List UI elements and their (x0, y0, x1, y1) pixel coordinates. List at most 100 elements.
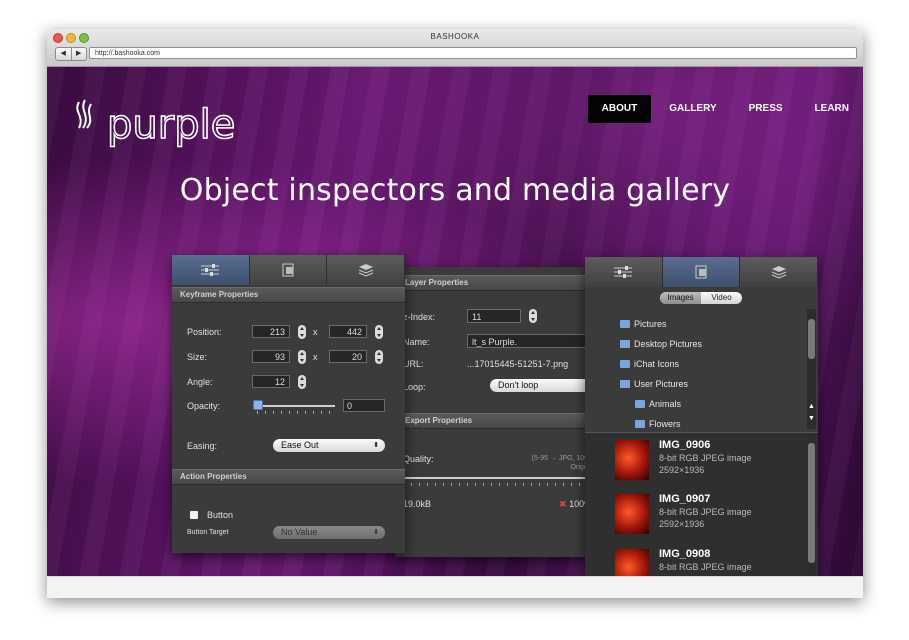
seg-video[interactable]: Video (701, 292, 742, 304)
history-buttons: ◀ ▶ (55, 47, 87, 61)
folder-icon (620, 360, 630, 368)
scroll-down-arrow-icon[interactable]: ▼ (807, 415, 816, 422)
page-footer (47, 576, 863, 598)
media-scrollbar[interactable] (807, 433, 816, 576)
position-y-stepper[interactable] (375, 325, 383, 339)
quality-ticks (403, 483, 593, 486)
svg-text:purple: purple (107, 102, 235, 148)
position-x-stepper[interactable] (298, 325, 306, 339)
keyframe-properties-header: Keyframe Properties (172, 287, 405, 303)
tree-item-ichat-icons[interactable]: iChat Icons (620, 357, 679, 371)
media-item[interactable]: IMG_0908 8-bit RGB JPEG image (615, 544, 817, 576)
file-size-value: 19.0kB (403, 499, 432, 509)
film-icon (695, 265, 707, 279)
nav-about[interactable]: ABOUT (587, 95, 652, 123)
button-target-value: No Value (281, 527, 318, 537)
media-dims: 2592×1936 (659, 519, 705, 529)
angle-stepper[interactable] (298, 375, 306, 389)
nav-gallery[interactable]: GALLERY (655, 95, 730, 123)
folder-icon (620, 380, 630, 388)
tree-item-flowers[interactable]: Flowers (635, 417, 681, 431)
layers-icon (771, 266, 786, 279)
tree-item-desktop-pictures[interactable]: Desktop Pictures (620, 337, 702, 351)
tab-media[interactable] (662, 257, 741, 287)
tree-item-pictures[interactable]: Pictures (620, 317, 667, 331)
address-bar[interactable]: http://.bashooka.com (89, 47, 857, 59)
select-arrows-icon: ⬍ (373, 529, 379, 536)
angle-field[interactable]: 12 (252, 375, 290, 388)
gallery-tabs (585, 257, 819, 287)
easing-select-value: Ease Out (281, 440, 319, 450)
back-button[interactable]: ◀ (56, 48, 72, 60)
media-item[interactable]: IMG_0907 8-bit RGB JPEG image 2592×1936 (615, 489, 817, 539)
media-title: IMG_0906 (659, 439, 711, 451)
forward-button[interactable]: ▶ (72, 48, 87, 60)
page-content: purple ABOUT GALLERY PRESS LEARN Object … (47, 67, 863, 576)
media-list: IMG_0906 8-bit RGB JPEG image 2592×1936 … (585, 432, 818, 576)
quality-slider[interactable] (403, 477, 593, 479)
sliders-icon (201, 264, 220, 276)
size-label: Size: (187, 352, 208, 362)
seg-images[interactable]: Images (660, 292, 701, 304)
url-value: ...17015445-51251-7.png (467, 359, 569, 369)
opacity-slider-knob[interactable] (253, 400, 263, 410)
button-checkbox[interactable] (190, 511, 198, 519)
media-desc: 8-bit RGB JPEG image (659, 562, 752, 572)
opacity-slider[interactable] (257, 405, 335, 407)
select-arrows-icon: ⬍ (373, 442, 379, 449)
layers-icon (358, 264, 373, 277)
tree-item-user-pictures[interactable]: User Pictures (620, 377, 688, 391)
tree-scroll-thumb[interactable] (808, 319, 815, 359)
browser-titlebar: BASHOOKA ◀ ▶ http://.bashooka.com (47, 29, 863, 67)
position-x-field[interactable]: 213 (252, 325, 290, 338)
opacity-field[interactable]: 0 (343, 399, 385, 412)
media-title: IMG_0907 (659, 493, 711, 505)
size-h-stepper[interactable] (375, 350, 383, 364)
zindex-label: z-Index: (403, 312, 436, 322)
inspector-tabs (172, 255, 406, 285)
size-w-field[interactable]: 93 (252, 350, 290, 363)
tab-properties[interactable] (585, 257, 663, 287)
main-nav: ABOUT GALLERY PRESS LEARN (584, 95, 863, 123)
position-y-field[interactable]: 442 (329, 325, 367, 338)
button-target-select[interactable]: No Value ⬍ (273, 526, 385, 539)
loop-label: Loop: (403, 382, 426, 392)
name-field[interactable]: lt_s Purple. (467, 334, 601, 348)
scroll-up-arrow-icon[interactable]: ▲ (807, 403, 816, 410)
name-label: Name: (403, 337, 430, 347)
media-desc: 8-bit RGB JPEG image (659, 453, 752, 463)
nav-press[interactable]: PRESS (735, 95, 797, 123)
nav-learn[interactable]: LEARN (801, 95, 863, 123)
media-desc: 8-bit RGB JPEG image (659, 507, 752, 517)
site-logo[interactable]: purple (71, 94, 281, 150)
browser-window: BASHOOKA ◀ ▶ http://.bashooka.com purple… (47, 29, 863, 598)
tab-layers[interactable] (740, 257, 819, 287)
size-h-field[interactable]: 20 (329, 350, 367, 363)
tree-item-animals[interactable]: Animals (635, 397, 681, 411)
media-dims: 2592×1936 (659, 465, 705, 475)
inspector-panel: Keyframe Properties Position: 213 x 442 … (172, 255, 406, 553)
tab-properties[interactable] (172, 255, 250, 285)
button-checkbox-label: Button (207, 510, 234, 520)
opacity-ticks (257, 411, 335, 414)
zindex-field[interactable]: 11 (467, 309, 521, 323)
reset-x-icon[interactable]: ✖ (559, 499, 567, 509)
folder-icon (620, 340, 630, 348)
gallery-panel: Images Video Pictures Desktop Pictures i… (585, 257, 819, 576)
size-w-stepper[interactable] (298, 350, 306, 364)
folder-icon (620, 320, 630, 328)
times-sign: x (313, 327, 318, 337)
tab-media[interactable] (249, 255, 328, 285)
zindex-stepper[interactable] (529, 309, 537, 323)
media-title: IMG_0908 (659, 548, 711, 560)
tab-layers[interactable] (327, 255, 406, 285)
image-thumbnail (615, 494, 649, 534)
folder-icon (635, 400, 645, 408)
easing-select[interactable]: Ease Out ⬍ (273, 439, 385, 452)
image-thumbnail (615, 549, 649, 576)
image-thumbnail (615, 440, 649, 480)
media-type-toggle: Images Video (660, 292, 742, 304)
tree-scrollbar[interactable] (807, 309, 816, 429)
media-item[interactable]: IMG_0906 8-bit RGB JPEG image 2592×1936 (615, 435, 817, 485)
media-scroll-thumb[interactable] (808, 443, 815, 563)
